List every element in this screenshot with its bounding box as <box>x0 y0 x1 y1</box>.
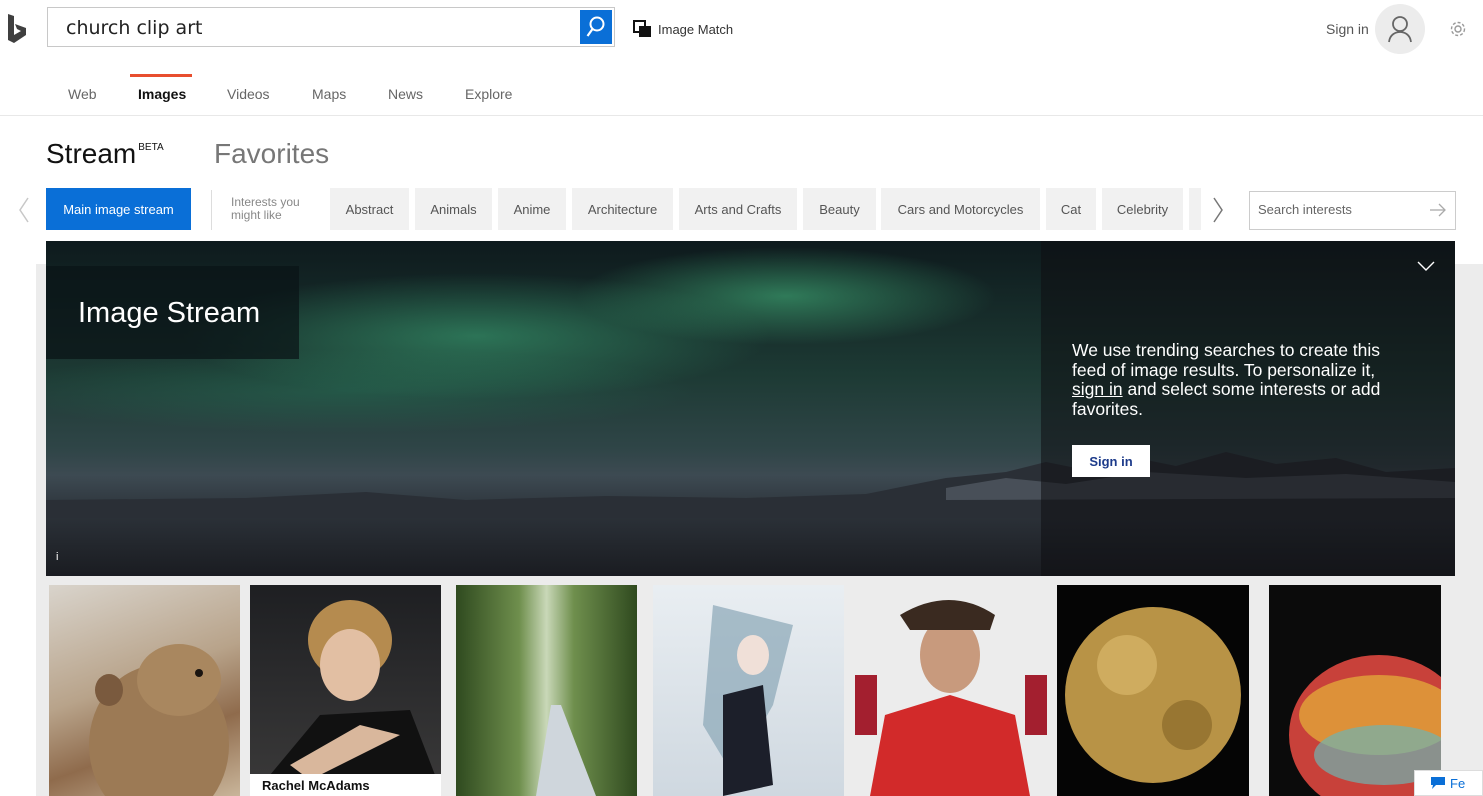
bing-logo-icon <box>8 14 26 43</box>
avatar[interactable] <box>1375 4 1425 54</box>
hero-title-box: Image Stream <box>46 266 299 359</box>
interests-label-line2: might like <box>231 208 282 222</box>
settings-button[interactable] <box>1449 20 1467 43</box>
interest-chip-animals[interactable]: Animals <box>415 188 492 230</box>
thumbnail-bamboo-path[interactable] <box>456 585 637 796</box>
interest-chip-partial[interactable] <box>1189 188 1201 230</box>
planet-image <box>1065 607 1241 783</box>
header-sign-in-link[interactable]: Sign in <box>1326 21 1369 37</box>
anime-image <box>703 605 793 796</box>
divider <box>0 115 1483 116</box>
interests-prev-button[interactable] <box>18 196 30 229</box>
image-match-label: Image Match <box>658 21 734 37</box>
search-input[interactable]: church clip art <box>66 17 202 39</box>
caption-text: Rachel McAdams <box>262 778 370 793</box>
thumbnail-planet[interactable] <box>1057 585 1249 796</box>
feedback-label: Fe <box>1450 775 1466 791</box>
nav-explore[interactable]: Explore <box>465 86 512 102</box>
nav-videos[interactable]: Videos <box>227 86 270 102</box>
search-box[interactable]: church clip art <box>47 7 615 47</box>
portrait-image <box>270 600 435 780</box>
stream-tab[interactable]: Stream BETA <box>46 138 164 170</box>
nav-images[interactable]: Images <box>138 86 186 102</box>
gear-icon <box>1450 21 1466 37</box>
bamboo-path-image <box>536 705 596 796</box>
feedback-button[interactable]: Fe <box>1414 770 1483 796</box>
search-button[interactable] <box>580 10 612 44</box>
chevron-right-icon <box>1213 197 1223 223</box>
prairie-dog-image <box>89 644 229 796</box>
nav-active-indicator <box>130 74 192 77</box>
thumbnail-prairie-dog[interactable] <box>49 585 240 796</box>
interest-chip-cars-and-motorcycles[interactable]: Cars and Motorcycles <box>881 188 1040 230</box>
nav-web[interactable]: Web <box>68 86 97 102</box>
favorites-tab[interactable]: Favorites <box>214 138 329 170</box>
main-image-stream-button[interactable]: Main image stream <box>46 188 191 230</box>
hero-description: We use trending searches to create this … <box>1072 340 1412 419</box>
interest-chip-beauty[interactable]: Beauty <box>803 188 876 230</box>
chat-bubble-icon <box>1431 777 1445 789</box>
search-icon <box>586 16 605 37</box>
nav-maps[interactable]: Maps <box>312 86 346 102</box>
hero-info-panel: We use trending searches to create this … <box>1041 241 1455 576</box>
interest-chip-architecture[interactable]: Architecture <box>572 188 673 230</box>
image-match-button[interactable]: Image Match <box>633 20 733 38</box>
interest-search-input[interactable] <box>1256 201 1425 218</box>
interests-label: Interests you might like <box>231 196 300 222</box>
hero-title: Image Stream <box>78 297 261 329</box>
hero-sign-in-link[interactable]: sign in <box>1072 379 1123 399</box>
abstract-image <box>1289 655 1441 796</box>
chevron-left-icon <box>19 197 29 223</box>
thumbnail-abstract[interactable] <box>1269 585 1441 796</box>
nav-news[interactable]: News <box>388 86 423 102</box>
thumbnail-anime[interactable] <box>653 585 844 796</box>
interest-search-box[interactable] <box>1249 191 1456 230</box>
interest-chip-anime[interactable]: Anime <box>498 188 566 230</box>
hero-sign-in-button[interactable]: Sign in <box>1072 445 1150 477</box>
interest-chip-celebrity[interactable]: Celebrity <box>1102 188 1183 230</box>
thumbnail-portrait[interactable]: Rachel McAdams <box>250 585 441 796</box>
user-icon <box>1388 16 1412 43</box>
interests-next-button[interactable] <box>1212 196 1224 229</box>
image-match-icon <box>633 20 651 37</box>
arrow-right-icon[interactable] <box>1429 202 1447 218</box>
interest-chip-abstract[interactable]: Abstract <box>330 188 409 230</box>
thumbnail-caption: Rachel McAdams <box>250 774 441 796</box>
beta-badge: BETA <box>138 142 164 153</box>
chevron-down-icon[interactable] <box>1417 261 1435 271</box>
thumbnail-footballer[interactable] <box>855 585 1047 796</box>
footballer-image <box>855 600 1047 796</box>
bing-logo[interactable] <box>6 14 30 44</box>
interest-chip-cat[interactable]: Cat <box>1046 188 1096 230</box>
divider <box>211 190 212 230</box>
image-info-button[interactable]: i <box>56 551 58 563</box>
interest-chip-arts-and-crafts[interactable]: Arts and Crafts <box>679 188 797 230</box>
hero-text-before: We use trending searches to create this … <box>1072 340 1381 380</box>
stream-title: Stream <box>46 138 137 169</box>
